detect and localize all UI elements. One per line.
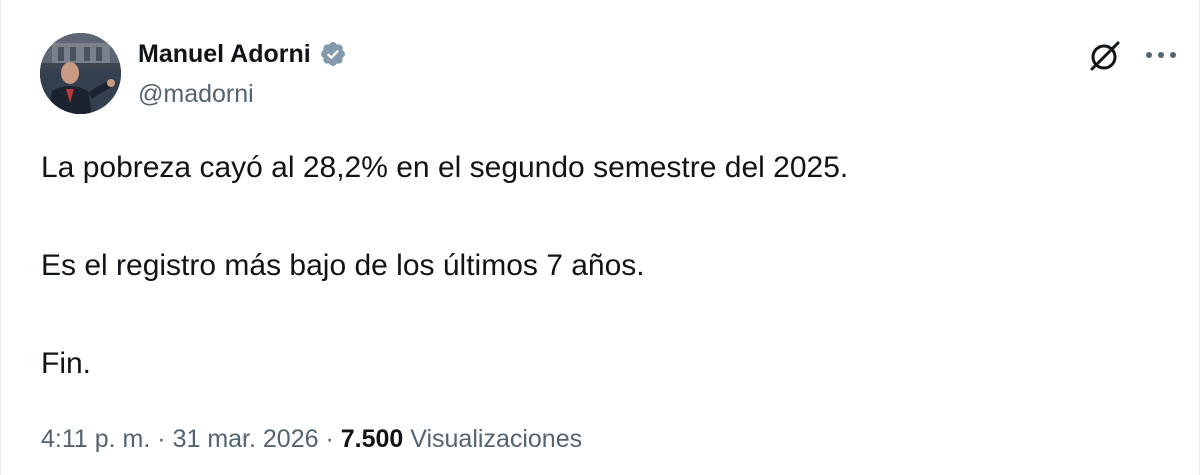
tweet-text: La pobreza cayó al 28,2% en el segundo s…: [41, 148, 1161, 384]
author-handle[interactable]: @madorni: [138, 78, 254, 110]
views-count[interactable]: 7.500: [341, 425, 404, 453]
more-options-icon[interactable]: [1141, 40, 1181, 70]
verified-badge-icon[interactable]: [319, 40, 347, 68]
grok-icon[interactable]: [1085, 36, 1125, 76]
avatar[interactable]: [40, 33, 121, 114]
avatar-photo: [40, 33, 121, 114]
tweet-time[interactable]: 4:11 p. m.: [41, 425, 150, 453]
tweet-paragraph: La pobreza cayó al 28,2% en el segundo s…: [41, 151, 849, 184]
tweet-paragraph: Es el registro más bajo de los últimos 7…: [41, 249, 645, 282]
meta-separator: ·: [157, 425, 166, 453]
author-display-name[interactable]: Manuel Adorni: [138, 38, 311, 70]
meta-separator: ·: [325, 425, 334, 453]
author-name-row: Manuel Adorni: [138, 38, 347, 70]
tweet-card: Manuel Adorni @madorni La pobreza cayó a…: [0, 0, 1200, 475]
tweet-paragraph: Fin.: [41, 347, 92, 380]
tweet-metadata: 4:11 p. m. · 31 mar. 2026 · 7.500 Visual…: [41, 422, 582, 456]
tweet-date[interactable]: 31 mar. 2026: [173, 425, 319, 453]
views-label[interactable]: Visualizaciones: [410, 425, 582, 453]
